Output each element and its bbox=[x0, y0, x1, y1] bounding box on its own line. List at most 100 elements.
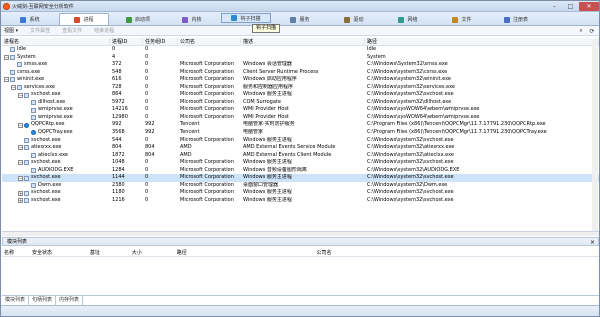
search-icon[interactable]: ⌕ bbox=[577, 27, 585, 35]
maximize-button[interactable]: □ bbox=[563, 2, 578, 11]
table-row[interactable]: + svchost.exe 1180 0 Microsoft Corporation Wi… bbox=[2, 189, 599, 197]
process-name-cell: − wininit.exe bbox=[2, 76, 110, 84]
table-row[interactable]: wmiprvse.exe 12980 0 Microsoft Corporation W… bbox=[2, 114, 599, 122]
cell-pid: 372 bbox=[112, 61, 122, 68]
cell-company: Microsoft Corporation bbox=[180, 189, 234, 196]
tab-6[interactable]: 驱动 bbox=[329, 13, 379, 25]
table-row[interactable]: csrss.exe 548 0 Microsoft Corporation Client… bbox=[2, 69, 599, 77]
process-icon bbox=[31, 168, 36, 174]
file-properties-button[interactable]: 文件属性 bbox=[30, 27, 50, 34]
column-header[interactable]: 进程名 bbox=[2, 38, 110, 45]
module-column-header[interactable]: 安全状态 bbox=[30, 249, 88, 256]
minimize-button[interactable]: – bbox=[547, 2, 562, 11]
table-row[interactable]: QQPCTray.exe 3568 992 Tencent 电脑管家 C:\Program… bbox=[2, 129, 599, 137]
table-row[interactable]: − svchost.exe 864 0 Microsoft Corporation Win… bbox=[2, 91, 599, 99]
process-name-cell: QQPCTray.exe bbox=[2, 129, 110, 137]
expand-toggle-icon[interactable]: − bbox=[18, 175, 23, 181]
table-row[interactable]: Dwm.exe 2380 0 Microsoft Corporation 桌面窗口管理器… bbox=[2, 182, 599, 190]
tab-5[interactable]: 服务 bbox=[275, 13, 325, 25]
bottom-tab-0[interactable]: 模块列表 bbox=[2, 296, 30, 305]
cell-desc: 电脑管家-实时防护服务 bbox=[243, 121, 295, 128]
cell-pid: 1216 bbox=[112, 196, 125, 203]
process-name: System bbox=[17, 53, 36, 60]
cell-company bbox=[178, 46, 241, 54]
table-row[interactable]: smss.exe 372 0 Microsoft Corporation Windows… bbox=[2, 61, 599, 69]
cell-desc: 服务和控制器应用程序 bbox=[243, 83, 294, 90]
expand-toggle-icon[interactable]: + bbox=[18, 198, 23, 204]
module-column-header[interactable]: 名称 bbox=[2, 249, 30, 256]
refresh-icon[interactable]: ⟳ bbox=[588, 27, 596, 35]
process-name-cell: − System bbox=[2, 54, 110, 62]
table-row[interactable]: − services.exe 728 0 Microsoft Corporation 服务… bbox=[2, 84, 599, 92]
process-name-cell: − QQPCRtp.exe bbox=[2, 121, 110, 129]
column-header[interactable]: 任务组ID bbox=[143, 38, 178, 45]
tab-1[interactable]: 进程 bbox=[59, 13, 109, 25]
tab-2[interactable]: 启动项 bbox=[113, 13, 163, 25]
cell-pid: 1284 bbox=[112, 166, 125, 173]
horizontal-scrollbar[interactable] bbox=[2, 232, 599, 236]
table-row[interactable]: − svchost.exe 1144 0 Microsoft Corporation Wi… bbox=[2, 174, 599, 182]
tab-0[interactable]: 系统 bbox=[5, 13, 55, 25]
cell-path: C:\Windows\system32\wininit.exe bbox=[367, 76, 452, 83]
table-row[interactable]: wmiprvse.exe 14216 0 Microsoft Corporation W… bbox=[2, 106, 599, 114]
column-header[interactable]: 公司名 bbox=[178, 38, 241, 45]
table-row[interactable]: svchost.exe 544 0 Microsoft Corporation Wind… bbox=[2, 137, 599, 145]
expand-toggle-icon[interactable]: − bbox=[18, 122, 23, 128]
table-row[interactable]: − QQPCRtp.exe 992 992 Tencent 电脑管家-实时防护服务 C:\P… bbox=[2, 121, 599, 129]
process-name-cell: − services.exe bbox=[2, 84, 110, 92]
expand-toggle-icon[interactable]: − bbox=[4, 77, 9, 83]
expand-toggle-icon[interactable]: − bbox=[18, 92, 23, 98]
expand-toggle-icon[interactable]: + bbox=[18, 190, 23, 196]
end-process-button[interactable]: 结束进程 bbox=[94, 27, 114, 34]
table-row[interactable]: + svchost.exe 1216 0 Microsoft Corporation Wi… bbox=[2, 197, 599, 205]
tab-9[interactable]: 注册表 bbox=[491, 13, 541, 25]
view-file-button[interactable]: 查看文件 bbox=[62, 27, 82, 34]
table-row[interactable]: Idle 0 0 Idle bbox=[2, 46, 599, 54]
expand-toggle-icon[interactable]: − bbox=[18, 145, 23, 151]
process-icon bbox=[24, 92, 29, 98]
cell-gid: 0 bbox=[145, 136, 149, 143]
process-name-cell: atieclxx.exe bbox=[2, 152, 110, 160]
process-icon bbox=[24, 160, 29, 166]
expand-toggle-icon[interactable]: − bbox=[11, 85, 16, 90]
module-column-header[interactable]: 大小 bbox=[130, 249, 175, 256]
column-header[interactable]: 描述 bbox=[241, 38, 365, 45]
bottom-tab-1[interactable]: 句柄列表 bbox=[29, 296, 57, 305]
table-row[interactable]: − System 4 0 System bbox=[2, 54, 599, 62]
table-row[interactable]: dllhost.exe 5972 0 Microsoft Corporation COM… bbox=[2, 99, 599, 107]
table-row[interactable]: AUDIODG.EXE 1284 0 Microsoft Corporation Win… bbox=[2, 167, 599, 175]
tab-icon bbox=[182, 16, 189, 23]
table-row[interactable]: − svchost.exe 1048 0 Microsoft Corporation Wi… bbox=[2, 159, 599, 167]
column-header[interactable]: 进程ID bbox=[110, 38, 143, 45]
view-menu-button[interactable]: 视图 ▾ bbox=[4, 27, 18, 34]
process-name: wmiprvse.exe bbox=[38, 113, 73, 120]
table-row[interactable]: − atiesrxx.exe 804 804 AMD AMD External Event… bbox=[2, 144, 599, 152]
tab-3[interactable]: 内核 bbox=[167, 13, 217, 25]
table-row[interactable]: − wininit.exe 616 0 Microsoft Corporation Win… bbox=[2, 76, 599, 84]
column-header[interactable]: 路径 bbox=[365, 38, 599, 45]
expand-toggle-icon[interactable]: − bbox=[4, 54, 9, 60]
cell-desc: Client Server Runtime Process bbox=[243, 68, 319, 75]
module-column-header[interactable]: 公司名 bbox=[314, 249, 599, 256]
status-bar bbox=[1, 305, 599, 316]
table-row[interactable]: atieclxx.exe 1872 804 AMD AMD External Event… bbox=[2, 152, 599, 160]
process-name: svchost.exe bbox=[31, 174, 61, 181]
cell-pid: 5972 bbox=[112, 98, 125, 105]
bottom-tab-2[interactable]: 内存列表 bbox=[56, 296, 84, 305]
tab-7[interactable]: 网络 bbox=[383, 13, 433, 25]
tab-8[interactable]: 文件 bbox=[437, 13, 487, 25]
cell-gid: 0 bbox=[145, 76, 149, 83]
cell-desc: 电脑管家 bbox=[243, 129, 264, 136]
cell-desc: Windows 服务主进程 bbox=[243, 174, 292, 181]
process-name-cell: svchost.exe bbox=[2, 137, 110, 145]
module-column-header[interactable]: 基址 bbox=[88, 249, 130, 256]
cell-path: C:\Windows\system32\csrss.exe bbox=[367, 68, 448, 75]
vertical-scrollbar[interactable] bbox=[592, 39, 598, 231]
expand-toggle-icon[interactable]: − bbox=[18, 160, 23, 166]
module-column-header[interactable]: 路径 bbox=[175, 249, 315, 256]
cell-path: C:\Windows\system32\svchost.exe bbox=[367, 196, 454, 203]
panel-close-icon[interactable]: × bbox=[590, 238, 595, 247]
tab-4[interactable]: 钩子扫描 bbox=[221, 13, 271, 23]
cell-desc: AMD External Events Client Module bbox=[243, 151, 332, 158]
close-button[interactable]: ✕ bbox=[579, 1, 599, 11]
